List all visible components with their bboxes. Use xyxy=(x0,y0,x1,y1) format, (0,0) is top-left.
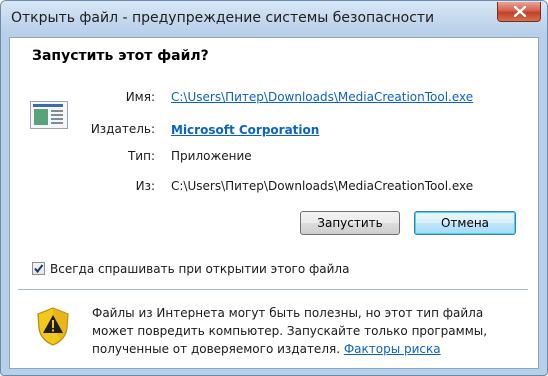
from-label: Из: xyxy=(135,179,155,193)
checkmark-icon xyxy=(34,264,44,274)
name-label: Имя: xyxy=(125,90,155,104)
window-title: Открыть файл - предупреждение системы бе… xyxy=(11,10,435,26)
name-link[interactable]: C:\Users\Питер\Downloads\MediaCreationTo… xyxy=(171,90,473,104)
close-button[interactable] xyxy=(497,2,541,22)
close-icon xyxy=(514,6,526,17)
cancel-button[interactable]: Отмена xyxy=(414,211,516,235)
publisher-label: Издатель: xyxy=(90,122,155,136)
dialog-heading: Запустить этот файл? xyxy=(32,48,209,64)
type-label: Тип: xyxy=(127,149,155,163)
dialog-content: Запустить этот файл? Имя: C:\Users\Питер… xyxy=(9,37,539,369)
always-ask-checkbox[interactable] xyxy=(32,262,45,275)
type-value: Приложение xyxy=(171,149,252,163)
from-value: C:\Users\Питер\Downloads\MediaCreationTo… xyxy=(171,179,474,193)
security-shield-icon xyxy=(34,306,72,350)
always-ask-label[interactable]: Всегда спрашивать при открытии этого фай… xyxy=(50,262,349,276)
title-bar[interactable]: Открыть файл - предупреждение системы бе… xyxy=(1,1,547,35)
divider xyxy=(18,289,528,290)
security-warning-dialog: Открыть файл - предупреждение системы бе… xyxy=(0,0,548,376)
warning-text: Файлы из Интернета могут быть полезны, н… xyxy=(92,304,512,358)
run-button[interactable]: Запустить xyxy=(300,211,400,235)
risk-factors-link[interactable]: Факторы риска xyxy=(344,342,441,356)
publisher-link[interactable]: Microsoft Corporation xyxy=(171,123,319,137)
